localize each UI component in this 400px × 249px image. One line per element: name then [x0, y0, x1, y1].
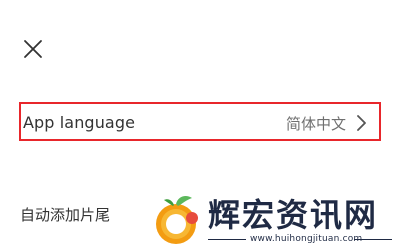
- app-language-label: App language: [23, 113, 136, 132]
- auto-add-ending-label: 自动添加片尾: [20, 206, 111, 224]
- watermark-divider-left: [208, 239, 246, 240]
- watermark-title: 辉宏资讯网: [208, 196, 379, 234]
- chevron-right-icon: [355, 114, 367, 132]
- watermark-logo: [152, 192, 204, 246]
- settings-page: App language 简体中文 自动添加片尾 辉宏资讯网 www.huiho…: [0, 0, 400, 249]
- watermark-divider-right: [354, 239, 392, 240]
- close-button[interactable]: [22, 38, 44, 60]
- watermark: 辉宏资讯网 www.huihongjituan.com: [150, 190, 398, 248]
- app-language-row[interactable]: App language 简体中文: [19, 102, 381, 141]
- app-language-value: 简体中文: [285, 115, 346, 133]
- watermark-url: www.huihongjituan.com: [250, 234, 363, 244]
- close-icon: [24, 40, 42, 58]
